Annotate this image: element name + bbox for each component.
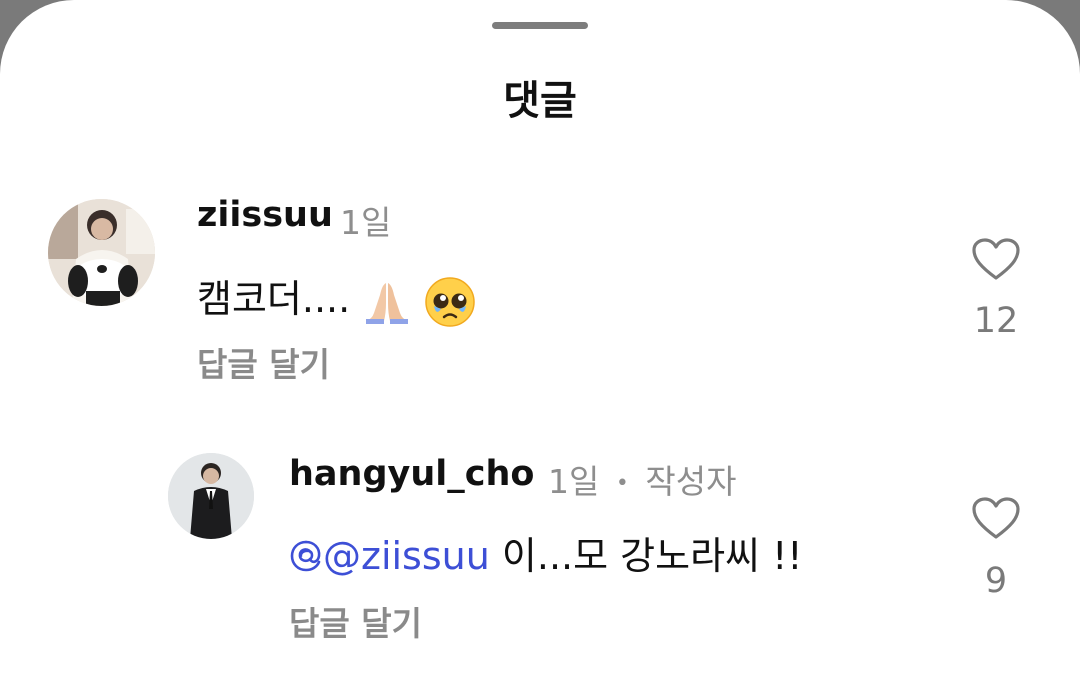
reply-button[interactable]: 답글 달기 xyxy=(289,597,422,645)
comment-body: 캠코더.... xyxy=(197,277,351,321)
reply-time-value: 1일 xyxy=(548,462,600,501)
author-badge: 작성자 xyxy=(645,462,737,501)
avatar[interactable] xyxy=(168,453,254,539)
reply-time: 1일 • 작성자 xyxy=(548,455,736,503)
pleading-face-emoji xyxy=(425,276,476,327)
avatar-photo xyxy=(168,453,254,539)
mention-username[interactable]: @ziissuu xyxy=(323,534,490,578)
comment-text: 캠코더.... xyxy=(197,268,476,328)
reply-button[interactable]: 답글 달기 xyxy=(197,338,330,386)
threads-icon xyxy=(290,540,321,572)
comments-sheet: 댓글 ziissuu 1일 캠코더.... 답글 달기 12 hangyul_c… xyxy=(0,0,1080,700)
heart-icon[interactable] xyxy=(971,237,1021,281)
reply-body: 이...모 강노라씨 !! xyxy=(501,534,803,578)
heart-icon[interactable] xyxy=(971,496,1021,540)
avatar-photo xyxy=(48,199,155,306)
reply-text: @ziissuu 이...모 강노라씨 !! xyxy=(289,525,803,580)
sheet-title: 댓글 xyxy=(503,78,577,124)
drag-handle[interactable] xyxy=(492,22,588,29)
avatar[interactable] xyxy=(48,199,155,306)
comment-time: 1일 xyxy=(340,203,392,242)
comment-username[interactable]: ziissuu xyxy=(197,195,333,235)
mention-link[interactable]: @ziissuu xyxy=(289,534,502,578)
folded-hands-emoji xyxy=(366,282,409,324)
reply-username[interactable]: hangyul_cho xyxy=(289,454,534,494)
like-count: 12 xyxy=(973,301,1019,341)
like-count: 9 xyxy=(984,561,1008,601)
meta-separator: • xyxy=(615,471,629,496)
